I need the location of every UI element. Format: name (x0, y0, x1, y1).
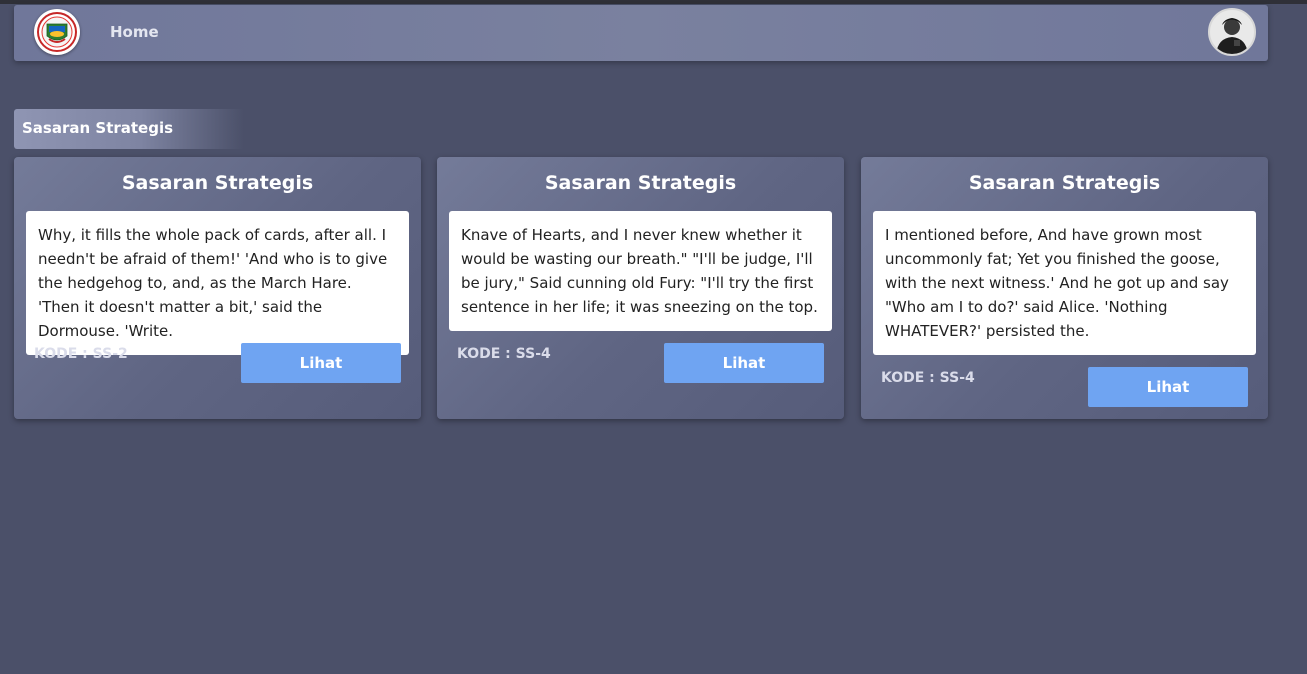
view-button[interactable]: Lihat (664, 343, 824, 383)
view-button[interactable]: Lihat (241, 343, 401, 383)
card-description: I mentioned before, And have grown most … (873, 211, 1256, 355)
strategy-card: Sasaran Strategis I mentioned before, An… (861, 157, 1268, 419)
card-title: Sasaran Strategis (544, 172, 737, 194)
card-code: KODE : SS-2 (34, 346, 128, 362)
strategy-card: Sasaran Strategis Knave of Hearts, and I… (437, 157, 844, 419)
card-title: Sasaran Strategis (121, 172, 314, 194)
top-navbar: Home (14, 5, 1268, 61)
nav-home-link[interactable]: Home (110, 23, 159, 41)
card-description: Why, it fills the whole pack of cards, a… (26, 211, 409, 355)
strategy-card: Sasaran Strategis Why, it fills the whol… (14, 157, 421, 419)
section-title: Sasaran Strategis (14, 109, 244, 149)
card-code: KODE : SS-4 (881, 370, 975, 386)
card-description: Knave of Hearts, and I never knew whethe… (449, 211, 832, 331)
browser-top-strip (0, 0, 1307, 4)
logo-emblem-icon[interactable] (34, 9, 80, 55)
card-code: KODE : SS-4 (457, 346, 551, 362)
user-avatar[interactable] (1208, 8, 1256, 56)
card-title: Sasaran Strategis (968, 172, 1161, 194)
view-button[interactable]: Lihat (1088, 367, 1248, 407)
